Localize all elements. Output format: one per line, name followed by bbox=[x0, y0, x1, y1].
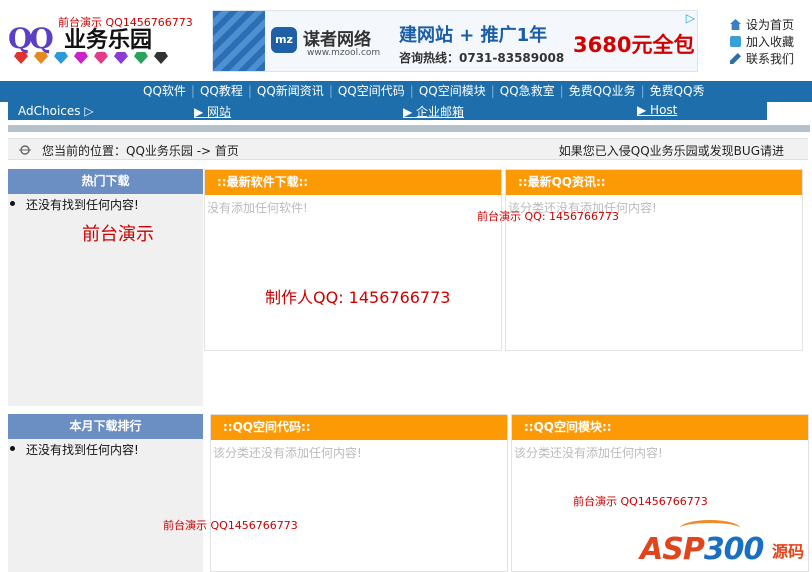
banner-ad[interactable]: mz 谋者网络 www.mzool.com 建网站 + 推广1年 咨询热线：07… bbox=[212, 10, 698, 72]
demo-label-2: 前台演示 QQ: 1456766773 bbox=[477, 210, 620, 223]
nav-item[interactable]: 免费QQ业务 bbox=[564, 81, 641, 102]
set-homepage-link[interactable]: 设为首页 bbox=[730, 16, 794, 33]
monthly-rank-item: 还没有找到任何内容! bbox=[8, 439, 203, 458]
gem-icon bbox=[54, 52, 68, 64]
banner-site: www.mzool.com bbox=[307, 48, 381, 58]
banner-slogan: 建网站 + 推广1年 bbox=[399, 25, 548, 46]
code-panel: ::QQ空间代码:: 该分类还没有添加任何内容! bbox=[210, 414, 508, 572]
contact-us-link[interactable]: 联系我们 bbox=[730, 50, 794, 67]
divider-bar bbox=[8, 125, 810, 132]
nav-item[interactable]: QQ空间代码 bbox=[333, 81, 410, 102]
asp300-watermark: ASP300 源码 bbox=[640, 518, 810, 570]
logo-gems bbox=[14, 52, 168, 64]
module-panel-title[interactable]: ::QQ空间模块:: bbox=[512, 415, 808, 440]
watermark-asp: ASP bbox=[640, 532, 705, 567]
nav-item[interactable]: QQ新闻资讯 bbox=[252, 81, 329, 102]
banner-brand: 谋者网络 bbox=[303, 30, 371, 50]
gem-icon bbox=[74, 52, 88, 64]
hot-downloads-title: 热门下载 bbox=[8, 169, 203, 194]
top-links: 设为首页 加入收藏 联系我们 bbox=[730, 16, 794, 67]
location-icon bbox=[19, 145, 31, 155]
code-panel-title[interactable]: ::QQ空间代码:: bbox=[211, 415, 507, 440]
add-favorite-link[interactable]: 加入收藏 bbox=[730, 33, 794, 50]
module-panel-empty: 该分类还没有添加任何内容! bbox=[514, 446, 663, 460]
bookmark-icon bbox=[730, 36, 741, 47]
banner-price: 3680元全包 bbox=[573, 33, 695, 57]
demo-label-4: 前台演示 QQ1456766773 bbox=[163, 519, 298, 532]
watermark-brand: ASP300 bbox=[640, 532, 765, 567]
edit-icon bbox=[730, 53, 741, 64]
hot-downloads-box: 热门下载 还没有找到任何内容! bbox=[8, 169, 203, 406]
nav-item[interactable]: QQ软件 bbox=[138, 81, 191, 102]
nav-item[interactable]: QQ急救室 bbox=[495, 81, 560, 102]
banner-stripes bbox=[213, 11, 265, 71]
code-panel-empty: 该分类还没有添加任何内容! bbox=[213, 446, 362, 460]
breadcrumb-text: 您当前的位置：QQ业务乐园 -> 首页 bbox=[42, 144, 239, 158]
banner-logo-icon: mz bbox=[271, 27, 297, 53]
adchoices-icon[interactable]: ▷ bbox=[686, 11, 695, 25]
sub-nav: AdChoices ▷ ▶ 网站 ▶ 企业邮箱 ▶ Host bbox=[8, 102, 767, 120]
adchoices-label[interactable]: AdChoices ▷ bbox=[18, 104, 94, 118]
maker-label: 制作人QQ: 1456766773 bbox=[265, 288, 451, 307]
news-panel-title[interactable]: ::最新QQ资讯:: bbox=[506, 170, 802, 195]
main-nav: QQ软件 | QQ教程 | QQ新闻资讯 | QQ空间代码 | QQ空间模块 | QQ急救室 | 免费Q… bbox=[0, 81, 812, 102]
watermark-num: 300 bbox=[703, 532, 765, 567]
demo-label-3: 前台演示 QQ1456766773 bbox=[573, 495, 708, 508]
banner-phone: 咨询热线：0731-83589008 bbox=[399, 51, 565, 65]
page: QQ 业务乐园 前台演示 QQ1456766773 mz 谋者网络 www.mz… bbox=[0, 0, 812, 572]
set-homepage-label: 设为首页 bbox=[746, 18, 795, 32]
nav-item[interactable]: QQ空间模块 bbox=[414, 81, 491, 102]
contact-us-label: 联系我们 bbox=[746, 52, 795, 66]
gem-icon bbox=[14, 52, 28, 64]
subnav-link-host[interactable]: ▶ Host bbox=[637, 103, 677, 117]
subnav-link-email[interactable]: ▶ 企业邮箱 bbox=[403, 103, 464, 120]
gem-icon bbox=[154, 52, 168, 64]
software-panel: ::最新软件下载:: 没有添加任何软件! bbox=[204, 169, 502, 351]
add-favorite-label: 加入收藏 bbox=[746, 35, 795, 49]
software-panel-empty: 没有添加任何软件! bbox=[207, 201, 308, 215]
nav-item[interactable]: QQ教程 bbox=[195, 81, 248, 102]
subnav-link-website[interactable]: ▶ 网站 bbox=[194, 103, 231, 120]
home-icon bbox=[730, 19, 741, 30]
gem-icon bbox=[134, 52, 148, 64]
monthly-rank-title: 本月下载排行 bbox=[8, 414, 203, 439]
software-panel-title[interactable]: ::最新软件下载:: bbox=[205, 170, 501, 195]
news-panel: ::最新QQ资讯:: 该分类还没有添加任何内容! bbox=[505, 169, 803, 351]
gem-icon bbox=[34, 52, 48, 64]
nav-item[interactable]: 免费QQ秀 bbox=[645, 81, 710, 102]
bug-report-link[interactable]: 如果您已入侵QQ业务乐园或发现BUG请进 bbox=[559, 142, 784, 159]
watermark-suffix: 源码 bbox=[772, 542, 805, 561]
hot-downloads-item: 还没有找到任何内容! bbox=[8, 194, 203, 213]
gem-icon bbox=[94, 52, 108, 64]
demo-watermark-top: 前台演示 QQ1456766773 bbox=[58, 16, 193, 29]
monthly-rank-box: 本月下载排行 还没有找到任何内容! bbox=[8, 414, 203, 572]
gem-icon bbox=[114, 52, 128, 64]
logo-mark: QQ bbox=[8, 22, 54, 55]
nav-items: QQ软件 | QQ教程 | QQ新闻资讯 | QQ空间代码 | QQ空间模块 | QQ急救室 | 免费Q… bbox=[138, 81, 710, 102]
breadcrumb: 您当前的位置：QQ业务乐园 -> 首页 如果您已入侵QQ业务乐园或发现BUG请进 bbox=[8, 138, 808, 160]
demo-label-1: 前台演示 bbox=[82, 224, 154, 245]
